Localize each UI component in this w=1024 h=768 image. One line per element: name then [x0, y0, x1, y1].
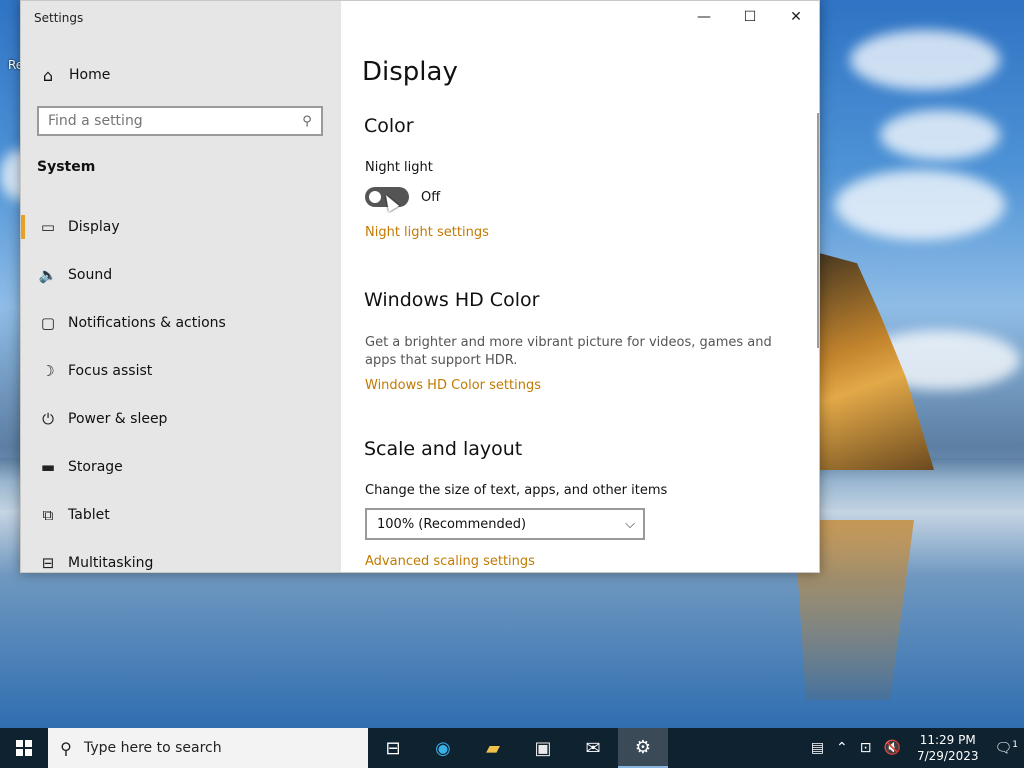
scale-heading: Scale and layout	[364, 438, 523, 460]
sidebar-item-label: Sound	[68, 267, 113, 283]
network-icon[interactable]: ⊡	[854, 740, 878, 756]
start-button[interactable]	[0, 728, 48, 768]
home-icon: ⌂	[42, 65, 54, 85]
sidebar-item-tablet[interactable]: ⧉ Tablet	[21, 491, 341, 539]
sidebar-item-notifications[interactable]: ▢ Notifications & actions	[21, 299, 341, 347]
system-tray: ▤ ⌃ ⊡ 🔇 11:29 PM 7/29/2023 🗨1	[805, 728, 1024, 768]
minimize-button[interactable]: —	[681, 1, 727, 33]
news-icon[interactable]: ▤	[805, 740, 830, 756]
sidebar-item-label: Home	[69, 67, 111, 83]
color-heading: Color	[364, 115, 414, 137]
settings-window: Settings ⌂ Home ⚲ System ▭ Display 🔈 Sou…	[20, 0, 820, 573]
section-title: System	[37, 159, 96, 175]
clock[interactable]: 11:29 PM 7/29/2023	[907, 732, 989, 764]
night-light-settings-link[interactable]: Night light settings	[365, 225, 489, 240]
close-button[interactable]: ✕	[773, 1, 819, 33]
sidebar-item-label: Power & sleep	[68, 411, 168, 427]
search-icon: ⚲	[60, 738, 72, 758]
scrollbar[interactable]	[817, 113, 819, 348]
clock-time: 11:29 PM	[919, 733, 976, 747]
multitasking-icon: ⊟	[41, 554, 55, 572]
clock-date: 7/29/2023	[916, 749, 979, 763]
hdr-settings-link[interactable]: Windows HD Color settings	[365, 378, 541, 393]
notification-count: 1	[1012, 739, 1018, 750]
sidebar-item-label: Storage	[68, 459, 123, 475]
task-view-icon[interactable]: ⊟	[368, 728, 418, 768]
sidebar-item-home[interactable]: ⌂ Home	[37, 63, 110, 87]
scale-label: Change the size of text, apps, and other…	[365, 483, 668, 498]
windows-logo-icon	[16, 740, 32, 756]
mail-icon[interactable]: ✉	[568, 728, 618, 768]
night-light-state: Off	[421, 190, 441, 205]
sidebar-item-sound[interactable]: 🔈 Sound	[21, 251, 341, 299]
scale-dropdown[interactable]: 100% (Recommended) ⌵	[365, 508, 645, 540]
edge-icon[interactable]: ◉	[418, 728, 468, 768]
sidebar-item-power-sleep[interactable]: ⏻ Power & sleep	[21, 395, 341, 443]
night-light-label: Night light	[365, 160, 433, 175]
power-icon: ⏻	[42, 410, 54, 428]
taskbar-search-placeholder: Type here to search	[84, 740, 222, 756]
file-explorer-icon[interactable]: ▰	[468, 728, 518, 768]
store-icon[interactable]: ▣	[518, 728, 568, 768]
sidebar-item-label: Focus assist	[68, 363, 153, 379]
page-title: Display	[362, 57, 458, 87]
window-controls: — ☐ ✕	[681, 1, 819, 33]
sidebar: Settings ⌂ Home ⚲ System ▭ Display 🔈 Sou…	[21, 1, 341, 572]
taskbar: ⚲ Type here to search ⊟ ◉ ▰ ▣ ✉ ⚙ ▤ ⌃ ⊡ …	[0, 728, 1024, 768]
sidebar-nav: ▭ Display 🔈 Sound ▢ Notifications & acti…	[21, 203, 341, 587]
chevron-up-icon[interactable]: ⌃	[830, 740, 854, 756]
search-input[interactable]	[39, 112, 293, 130]
message-icon: ▢	[40, 314, 56, 332]
settings-icon[interactable]: ⚙	[618, 728, 668, 768]
moon-icon: ☽	[41, 362, 55, 380]
sidebar-item-label: Tablet	[68, 507, 110, 523]
taskbar-search[interactable]: ⚲ Type here to search	[48, 728, 368, 768]
monitor-icon: ▭	[40, 218, 56, 236]
volume-muted-icon[interactable]: 🔇	[878, 740, 907, 756]
notifications-icon[interactable]: 🗨1	[988, 740, 1024, 757]
sidebar-item-label: Notifications & actions	[68, 315, 226, 331]
storage-icon: ▬	[40, 458, 56, 476]
chevron-down-icon: ⌵	[625, 516, 635, 532]
scale-value: 100% (Recommended)	[377, 516, 527, 532]
sidebar-item-display[interactable]: ▭ Display	[21, 203, 341, 251]
settings-search[interactable]: ⚲	[37, 106, 323, 136]
search-icon[interactable]: ⚲	[293, 114, 321, 129]
hdr-description: Get a brighter and more vibrant picture …	[365, 335, 772, 368]
advanced-scaling-link[interactable]: Advanced scaling settings	[365, 554, 535, 569]
tablet-icon: ⧉	[42, 506, 54, 524]
maximize-button[interactable]: ☐	[727, 1, 773, 33]
speaker-icon: 🔈	[38, 266, 58, 284]
sidebar-item-label: Display	[68, 219, 120, 235]
sidebar-item-multitasking[interactable]: ⊟ Multitasking	[21, 539, 341, 587]
window-title: Settings	[34, 11, 84, 25]
sidebar-item-storage[interactable]: ▬ Storage	[21, 443, 341, 491]
sidebar-item-label: Multitasking	[68, 555, 154, 571]
main-content: — ☐ ✕ Display Color Night light Off Nigh…	[341, 1, 819, 572]
sidebar-item-focus-assist[interactable]: ☽ Focus assist	[21, 347, 341, 395]
hdr-heading: Windows HD Color	[364, 289, 540, 311]
